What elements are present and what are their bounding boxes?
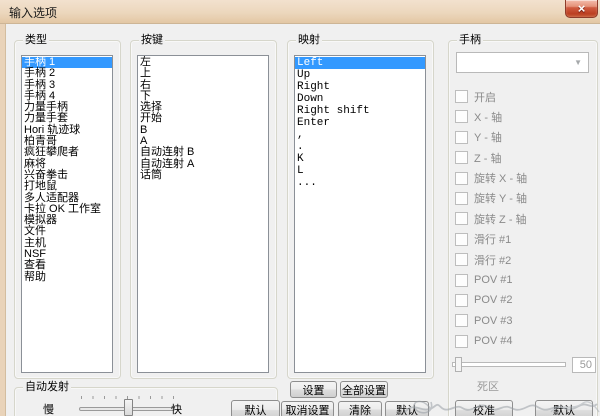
- checkbox-icon[interactable]: [455, 294, 468, 307]
- checkbox-label: Z - 轴: [474, 150, 502, 166]
- checkbox-row[interactable]: X - 轴: [455, 110, 527, 123]
- checkbox-label: 开启: [474, 89, 496, 105]
- checkbox-row[interactable]: 开启: [455, 90, 527, 103]
- controller-combobox[interactable]: ▼: [456, 52, 589, 73]
- checkbox-label: Y - 轴: [474, 129, 502, 145]
- deadzone-slider-track: [452, 362, 566, 367]
- autofire-default-button[interactable]: 默认: [231, 400, 280, 416]
- checkbox-row[interactable]: 滑行 #1: [455, 233, 527, 246]
- list-item[interactable]: ...: [295, 177, 425, 189]
- checkbox-row[interactable]: Z - 轴: [455, 151, 527, 164]
- set-all-button[interactable]: 全部设置: [340, 381, 388, 398]
- autofire-group: 自动发射 慢 快 默认: [14, 387, 278, 416]
- set-button[interactable]: 设置: [290, 381, 337, 398]
- checkbox-label: POV #4: [474, 335, 513, 347]
- chevron-down-icon: ▼: [574, 59, 582, 67]
- mapping-listbox[interactable]: LeftUpRightDownRight shiftEnter,.KL...: [294, 55, 426, 373]
- list-item[interactable]: B: [138, 125, 268, 136]
- checkbox-label: 旋转 Z - 轴: [474, 211, 527, 227]
- checkbox-icon[interactable]: [455, 151, 468, 164]
- list-item[interactable]: 打地鼠: [22, 181, 112, 192]
- checkbox-label: POV #2: [474, 294, 513, 306]
- deadzone-slider-thumb[interactable]: [455, 357, 462, 372]
- list-item[interactable]: ,: [295, 129, 425, 141]
- list-item[interactable]: 左: [138, 57, 268, 68]
- checkbox-icon[interactable]: [455, 314, 468, 327]
- close-icon: ×: [578, 1, 586, 16]
- deadzone-label: 死区: [458, 378, 518, 394]
- deadzone-value-field[interactable]: 50: [572, 357, 596, 373]
- checkbox-icon[interactable]: [455, 90, 468, 103]
- checkbox-row[interactable]: POV #4: [455, 335, 527, 348]
- close-button[interactable]: ×: [565, 0, 598, 18]
- controller-group-label: 手柄: [457, 34, 483, 47]
- list-item[interactable]: Right: [295, 81, 425, 93]
- autofire-slider-thumb[interactable]: [124, 399, 133, 416]
- keys-group-label: 按键: [139, 34, 165, 47]
- clear-button[interactable]: 清除: [338, 401, 382, 416]
- checkbox-label: 旋转 Y - 轴: [474, 190, 527, 206]
- list-item[interactable]: 帮助: [22, 272, 112, 283]
- checkbox-label: 滑行 #2: [474, 252, 511, 268]
- checkbox-icon[interactable]: [455, 212, 468, 225]
- checkbox-label: POV #3: [474, 315, 513, 327]
- controller-checkbox-list: 开启 X - 轴 Y - 轴 Z - 轴旋转 X - 轴旋转 Y - 轴旋转 Z - …: [455, 90, 527, 348]
- list-item[interactable]: Left: [295, 57, 425, 69]
- checkbox-row[interactable]: POV #2: [455, 294, 527, 307]
- type-listbox[interactable]: 手柄 1手柄 2手柄 3手柄 4力量手柄力量手套Hori 轨迹球柏青哥疯狂攀爬者…: [21, 55, 113, 373]
- list-item[interactable]: 疯狂攀爬者: [22, 147, 112, 158]
- checkbox-row[interactable]: POV #3: [455, 314, 527, 327]
- checkbox-row[interactable]: 旋转 Y - 轴: [455, 192, 527, 205]
- type-group-label: 类型: [23, 34, 49, 47]
- checkbox-icon[interactable]: [455, 335, 468, 348]
- checkbox-icon[interactable]: [455, 110, 468, 123]
- checkbox-icon[interactable]: [455, 274, 468, 287]
- checkbox-icon[interactable]: [455, 131, 468, 144]
- checkbox-row[interactable]: 旋转 Z - 轴: [455, 212, 527, 225]
- list-item[interactable]: K: [295, 153, 425, 165]
- list-item[interactable]: 右: [138, 80, 268, 91]
- checkbox-label: 滑行 #1: [474, 231, 511, 247]
- autofire-slow-label: 慢: [43, 401, 54, 416]
- cancel-set-button[interactable]: 取消设置: [281, 401, 334, 416]
- list-item[interactable]: 上: [138, 68, 268, 79]
- titlebar[interactable]: 输入选项 ×: [0, 0, 600, 24]
- checkbox-row[interactable]: 旋转 X - 轴: [455, 172, 527, 185]
- checkbox-icon[interactable]: [455, 233, 468, 246]
- list-item[interactable]: 自动连射 B: [138, 147, 268, 158]
- checkbox-label: X - 轴: [474, 109, 502, 125]
- list-item[interactable]: 开始: [138, 113, 268, 124]
- checkbox-icon[interactable]: [455, 192, 468, 205]
- checkbox-row[interactable]: POV #1: [455, 274, 527, 287]
- list-item[interactable]: 话筒: [138, 170, 268, 181]
- list-item[interactable]: 查看: [22, 260, 112, 271]
- checkbox-label: 旋转 X - 轴: [474, 170, 527, 186]
- list-item[interactable]: L: [295, 165, 425, 177]
- keys-listbox[interactable]: 左上右下选择开始BA自动连射 B自动连射 A话筒: [137, 55, 269, 373]
- deadzone-slider[interactable]: [452, 356, 566, 374]
- list-item[interactable]: Enter: [295, 117, 425, 129]
- mapping-group-label: 映射: [296, 34, 322, 47]
- list-item[interactable]: Down: [295, 93, 425, 105]
- controller-default-button[interactable]: 默认: [535, 400, 593, 416]
- autofire-fast-label: 快: [171, 401, 182, 416]
- dialog-body: 类型 手柄 1手柄 2手柄 3手柄 4力量手柄力量手套Hori 轨迹球柏青哥疯狂…: [6, 24, 600, 416]
- list-item[interactable]: 手柄 2: [22, 68, 112, 79]
- list-item[interactable]: .: [295, 141, 425, 153]
- checkbox-icon[interactable]: [455, 172, 468, 185]
- window-title: 输入选项: [9, 4, 57, 21]
- default-button[interactable]: 默认: [385, 401, 429, 416]
- list-item[interactable]: Up: [295, 69, 425, 81]
- checkbox-row[interactable]: Y - 轴: [455, 131, 527, 144]
- list-item[interactable]: Right shift: [295, 105, 425, 117]
- checkbox-row[interactable]: 滑行 #2: [455, 253, 527, 266]
- checkbox-label: POV #1: [474, 274, 513, 286]
- autofire-group-label: 自动发射: [23, 381, 71, 394]
- input-options-dialog: 输入选项 × 类型 手柄 1手柄 2手柄 3手柄 4力量手柄力量手套Hori 轨…: [0, 0, 600, 416]
- calibrate-button[interactable]: 校准: [455, 400, 513, 416]
- checkbox-icon[interactable]: [455, 253, 468, 266]
